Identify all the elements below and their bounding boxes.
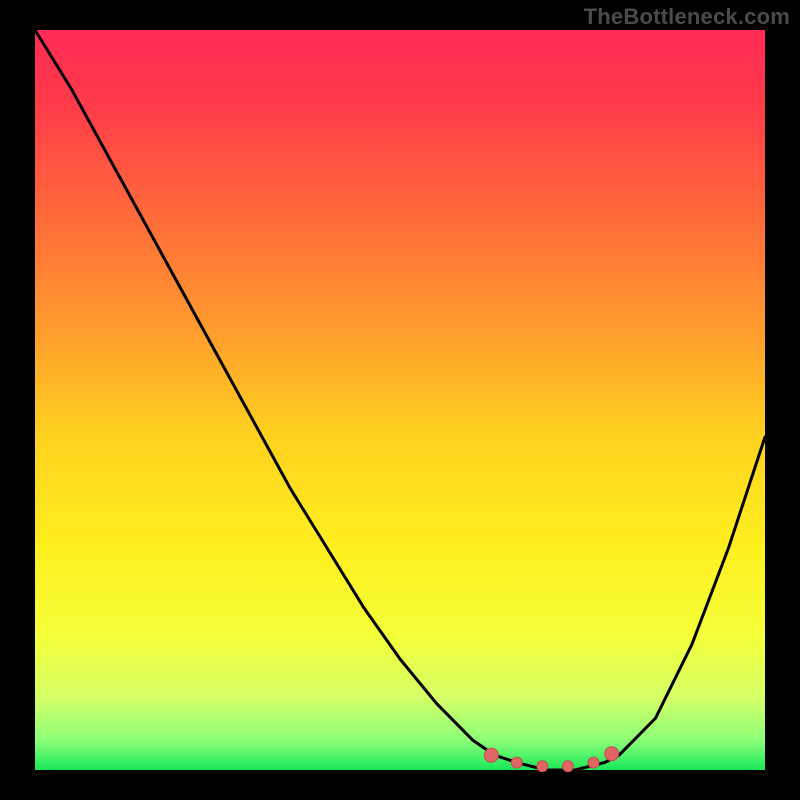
chart-frame: TheBottleneck.com [0,0,800,800]
bottleneck-chart [0,0,800,800]
optimal-range-marker [511,757,522,768]
optimal-range-marker [537,761,548,772]
optimal-range-marker [605,747,619,761]
optimal-range-marker [484,748,498,762]
optimal-range-marker [562,761,573,772]
optimal-range-marker [588,757,599,768]
